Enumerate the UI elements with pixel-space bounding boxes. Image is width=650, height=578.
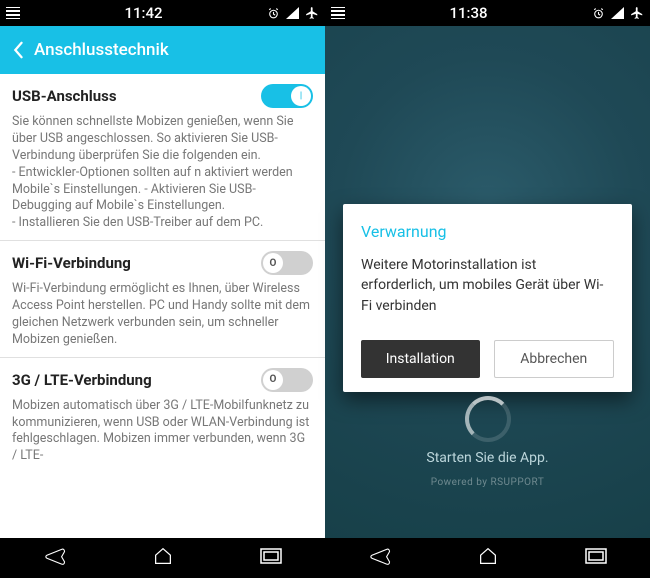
section-title: USB-Anschluss: [12, 87, 117, 105]
nav-back-icon[interactable]: [44, 547, 66, 569]
powered-by-text: Powered by RSUPPORT: [431, 477, 545, 488]
cancel-button[interactable]: Abbrechen: [494, 340, 615, 378]
toggle-usb[interactable]: [261, 84, 313, 108]
toggle-3g-lte[interactable]: [261, 368, 313, 392]
dialog-title: Verwarnung: [361, 222, 614, 241]
section-desc: Sie können schnellste Mobizen genießen, …: [12, 114, 313, 232]
airplane-icon: [630, 6, 644, 20]
section-3g-lte: 3G / LTE-Verbindung Mobizen automatisch …: [0, 358, 325, 474]
section-title: Wi-Fi-Verbindung: [12, 254, 131, 272]
header-title: Anschlusstechnik: [34, 40, 169, 60]
nav-back-icon[interactable]: [369, 547, 391, 569]
warning-dialog: Verwarnung Weitere Motorinstallation ist…: [343, 204, 632, 392]
loading-spinner-icon: [465, 396, 511, 442]
nav-bar: [325, 538, 650, 578]
nav-recent-icon[interactable]: [260, 548, 282, 568]
status-bar: 11:38: [325, 0, 650, 26]
menu-icon: [6, 7, 20, 19]
nav-recent-icon[interactable]: [585, 548, 607, 568]
section-title: 3G / LTE-Verbindung: [12, 371, 152, 389]
back-icon[interactable]: [12, 41, 24, 59]
menu-icon: [331, 7, 345, 19]
settings-list: USB-Anschluss Sie können schnellste Mobi…: [0, 74, 325, 538]
airplane-icon: [305, 6, 319, 20]
section-wifi: Wi-Fi-Verbindung Wi-Fi-Verbindung ermögl…: [0, 241, 325, 358]
alarm-icon: [592, 7, 605, 20]
app-launch-screen: Verwarnung Weitere Motorinstallation ist…: [325, 26, 650, 538]
header-bar: Anschlusstechnik: [0, 26, 325, 74]
section-desc: Mobizen automatisch über 3G / LTE-Mobilf…: [12, 398, 313, 466]
phone-left: 11:42 Anschlusstechnik USB-Anschluss Sie…: [0, 0, 325, 578]
section-desc: Wi-Fi-Verbindung ermöglicht es Ihnen, üb…: [12, 281, 313, 349]
dialog-body: Weitere Motorinstallation ist erforderli…: [361, 255, 614, 316]
nav-home-icon[interactable]: [478, 547, 498, 569]
status-time: 11:42: [20, 4, 267, 22]
signal-icon: [286, 7, 299, 19]
start-app-text: Starten Sie die App.: [426, 450, 548, 466]
nav-home-icon[interactable]: [153, 547, 173, 569]
install-button[interactable]: Installation: [361, 340, 480, 378]
status-time: 11:38: [345, 4, 592, 22]
alarm-icon: [267, 7, 280, 20]
toggle-wifi[interactable]: [261, 251, 313, 275]
section-usb: USB-Anschluss Sie können schnellste Mobi…: [0, 74, 325, 241]
signal-icon: [611, 7, 624, 19]
status-bar: 11:42: [0, 0, 325, 26]
phone-right: 11:38 Verwarnung Weitere Motorinstallati…: [325, 0, 650, 578]
nav-bar: [0, 538, 325, 578]
